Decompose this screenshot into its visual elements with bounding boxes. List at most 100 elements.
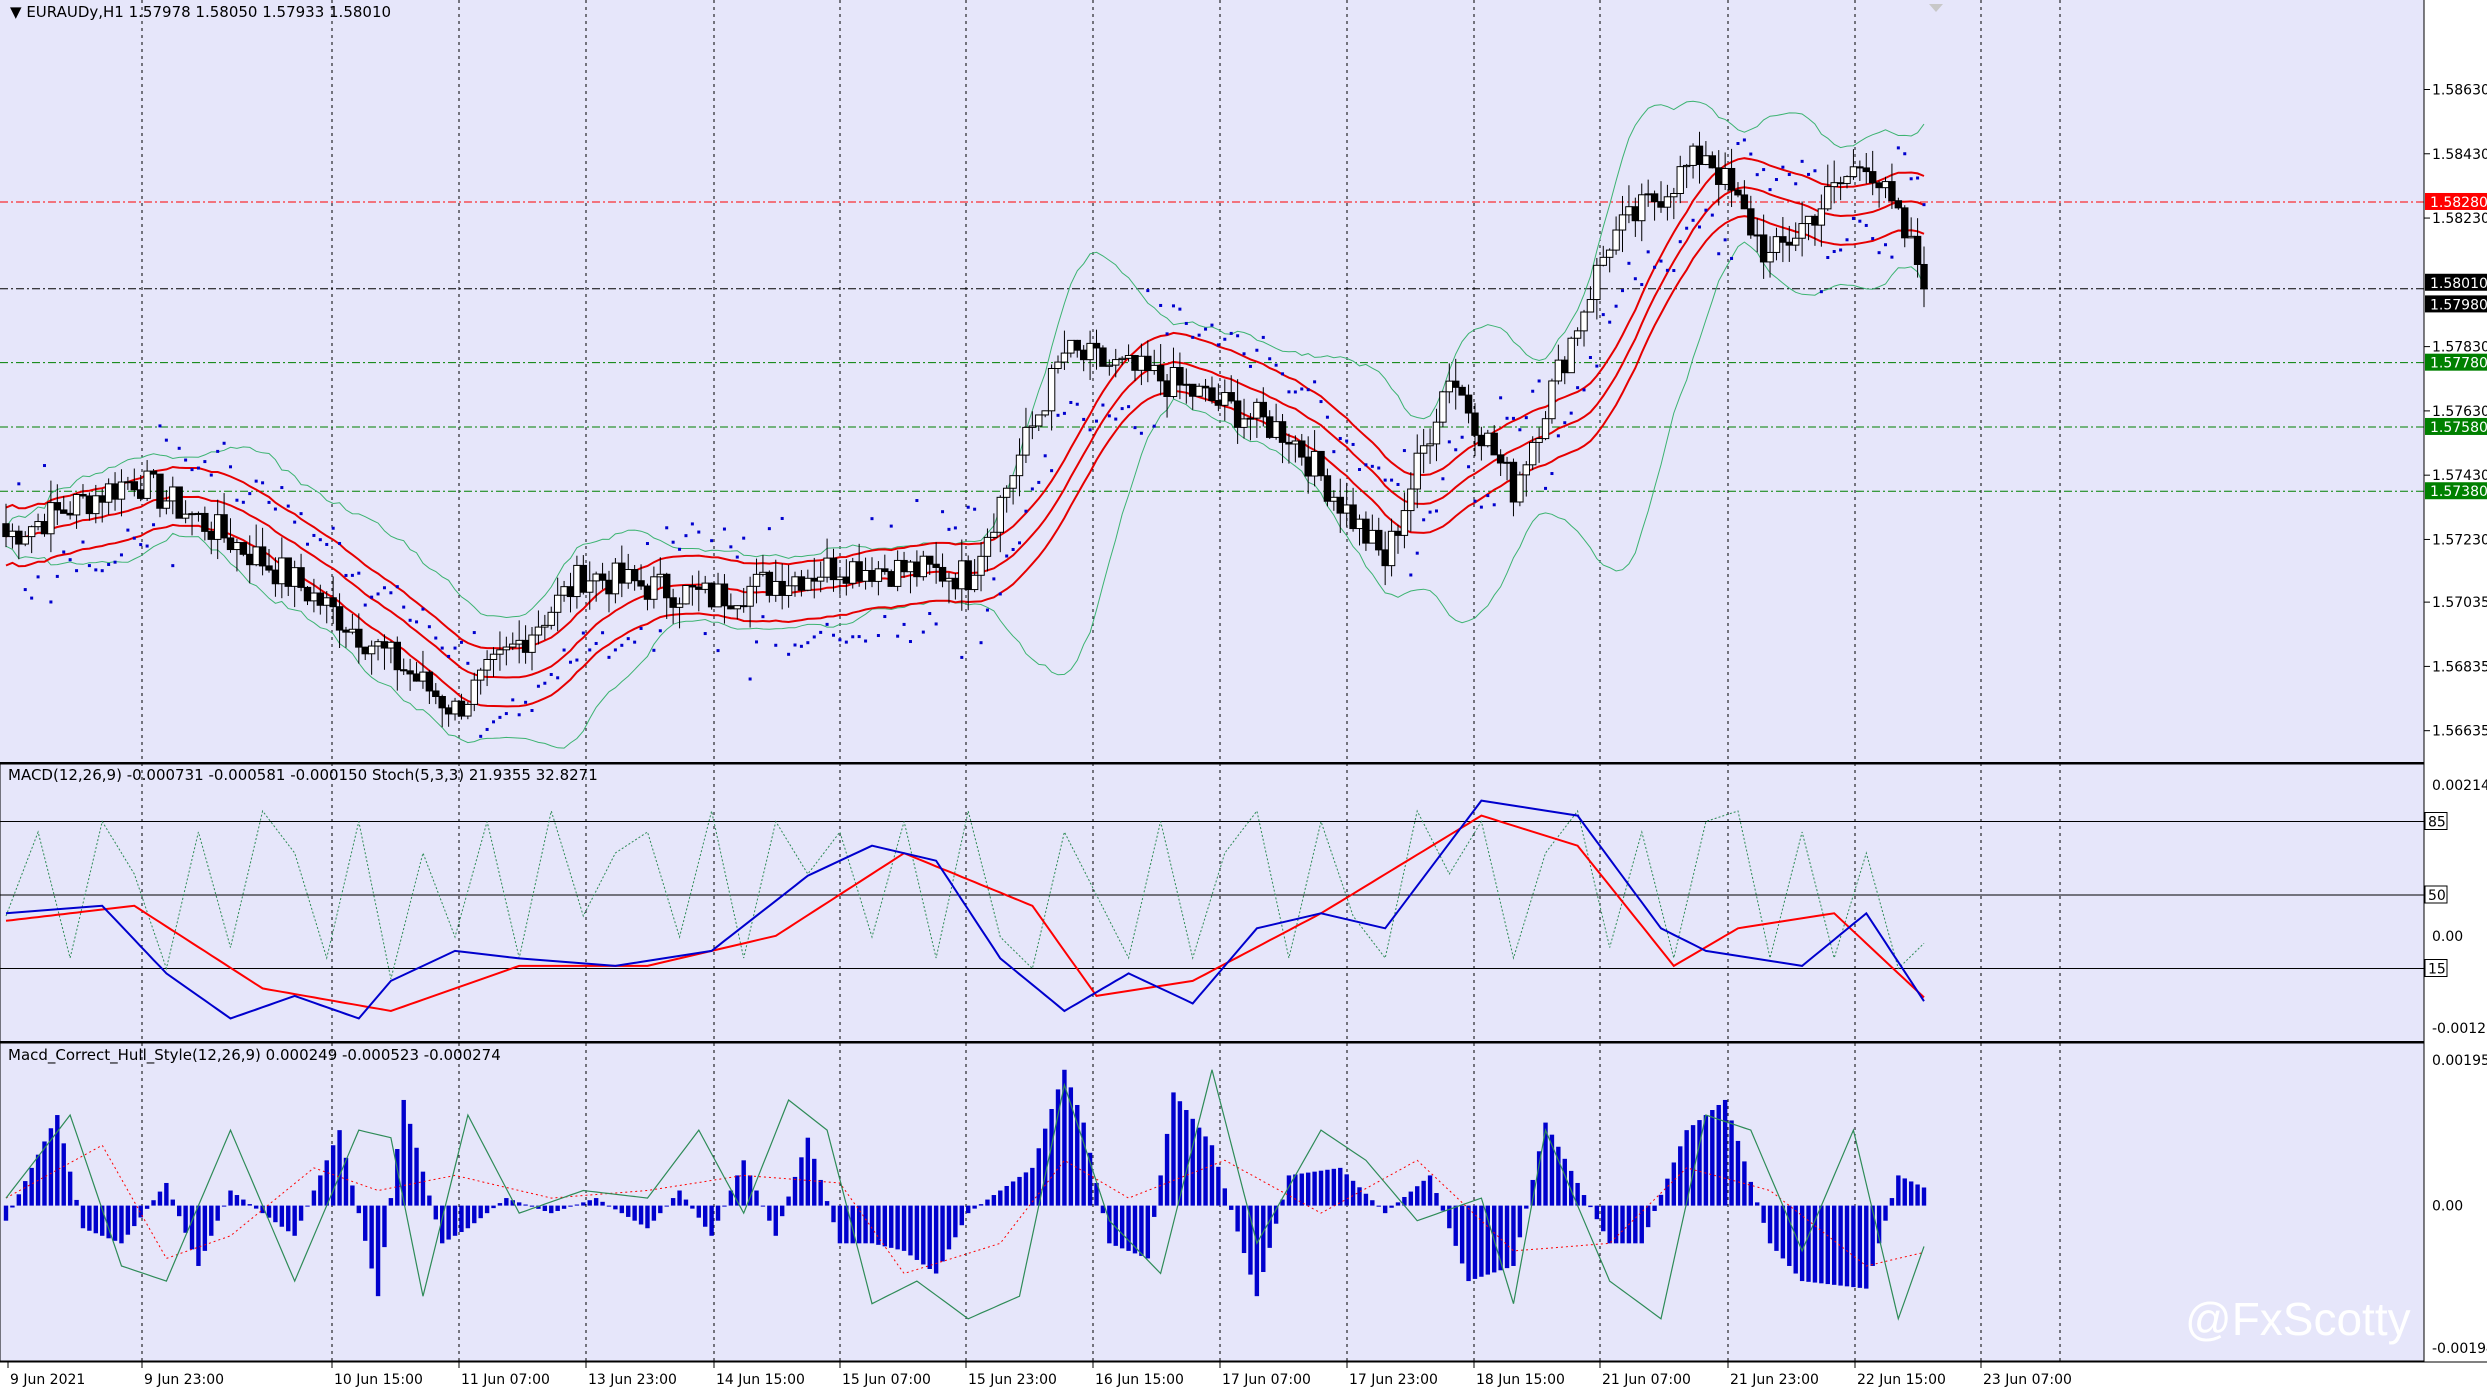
macd-axis-label: 0.00 <box>2432 929 2463 945</box>
psar-dot <box>799 644 803 648</box>
candle-body <box>1246 417 1255 420</box>
macd-axis-label: 0.002141 <box>2432 778 2487 794</box>
psar-dot <box>164 438 168 442</box>
histogram-bar <box>183 1205 188 1233</box>
candle-body <box>1496 454 1505 464</box>
histogram-bar <box>516 1202 522 1206</box>
psar-dot <box>979 641 983 645</box>
psar-dot <box>286 504 290 508</box>
histogram-bar <box>382 1205 387 1248</box>
histogram-bar <box>1838 1205 1843 1286</box>
histogram-bar <box>908 1205 913 1256</box>
candle-body <box>675 603 684 608</box>
candle-body <box>355 628 363 648</box>
psar-dot <box>357 571 361 575</box>
histogram-bar <box>1389 1205 1394 1208</box>
price-label: 1.58230 <box>2432 211 2487 227</box>
candle-body <box>367 645 376 655</box>
histogram-bar <box>1434 1193 1439 1206</box>
psar-dot <box>196 466 200 470</box>
histogram-bar <box>311 1190 317 1206</box>
psar-dot <box>921 630 925 634</box>
histogram-bar <box>561 1205 567 1209</box>
psar-dot <box>601 631 605 635</box>
chart-canvas[interactable]: ▼ EURAUDy,H1 1.57978 1.58050 1.57933 1.5… <box>0 0 2487 1394</box>
histogram-bar <box>1203 1136 1208 1206</box>
candle-body <box>239 542 248 555</box>
psar-dot <box>1774 178 1778 182</box>
psar-dot <box>1120 407 1124 411</box>
candle-body <box>310 592 318 602</box>
histogram-bar <box>946 1205 952 1250</box>
price-label: 1.57630 <box>2432 404 2487 420</box>
psar-dot <box>1229 331 1233 335</box>
candle-body <box>1811 215 1819 226</box>
psar-dot <box>639 626 643 630</box>
candle-body <box>977 555 985 576</box>
price-label: 1.58630 <box>2432 82 2487 98</box>
candle-body <box>1516 474 1524 503</box>
psar-dot <box>1332 450 1336 454</box>
psar-dot <box>1505 416 1509 420</box>
candle-body <box>470 679 478 705</box>
candle-body <box>592 573 600 582</box>
histogram-bar <box>940 1205 945 1262</box>
psar-dot <box>190 468 194 472</box>
candle-body <box>1625 206 1633 216</box>
histogram-bar <box>1344 1174 1349 1206</box>
psar-dot <box>139 543 143 547</box>
psar-dot <box>1107 414 1111 418</box>
psar-dot <box>466 661 470 665</box>
psar-dot <box>216 449 220 453</box>
psar-dot <box>1402 449 1406 453</box>
histogram-bar <box>292 1205 297 1236</box>
histogram-bar <box>478 1205 483 1219</box>
psar-dot <box>1710 213 1714 217</box>
candle-body <box>1112 359 1120 366</box>
psar-dot <box>1473 499 1477 503</box>
psar-dot <box>1627 261 1631 265</box>
histogram-bar <box>1645 1205 1651 1228</box>
psar-dot <box>382 586 386 590</box>
histogram-bar <box>1248 1205 1253 1275</box>
price-marker-label: 1.58010 <box>2430 276 2487 292</box>
psar-dot <box>1146 289 1150 293</box>
histogram-bar <box>1620 1205 1625 1244</box>
histogram-bar <box>1479 1205 1484 1277</box>
price-marker-label: 1.57580 <box>2430 420 2487 436</box>
histogram-bar <box>1350 1180 1356 1206</box>
candle-body <box>1522 464 1530 476</box>
candle-body <box>541 624 549 628</box>
histogram-bar <box>837 1205 843 1244</box>
candle-body <box>1657 201 1665 208</box>
histogram-bar <box>690 1205 695 1209</box>
psar-dot <box>453 646 457 650</box>
histogram-bar <box>247 1204 252 1206</box>
candle-body <box>1349 504 1357 530</box>
candle-body <box>117 481 126 500</box>
psar-dot <box>620 643 624 647</box>
psar-dot <box>1717 252 1721 256</box>
psar-dot <box>299 512 303 516</box>
psar-dot <box>440 646 444 650</box>
psar-dot <box>254 479 258 483</box>
psar-dot <box>1576 386 1580 390</box>
candle-body <box>932 563 940 568</box>
psar-dot <box>1916 176 1920 180</box>
psar-dot <box>132 536 136 540</box>
candle-body <box>111 483 119 500</box>
candle-body <box>1253 401 1261 419</box>
candle-body <box>1426 443 1434 447</box>
histogram-bar <box>760 1205 766 1207</box>
histogram-bar <box>1267 1205 1272 1248</box>
psar-dot <box>145 544 149 548</box>
psar-dot <box>350 573 354 577</box>
psar-dot <box>729 545 733 549</box>
price-marker-label: 1.58280 <box>2430 195 2487 211</box>
psar-dot <box>318 538 322 542</box>
candle-body <box>765 571 774 596</box>
histogram-bar <box>1427 1175 1433 1206</box>
psar-dot <box>68 558 72 562</box>
histogram-bar <box>1363 1193 1369 1206</box>
candle-body <box>1189 383 1197 397</box>
